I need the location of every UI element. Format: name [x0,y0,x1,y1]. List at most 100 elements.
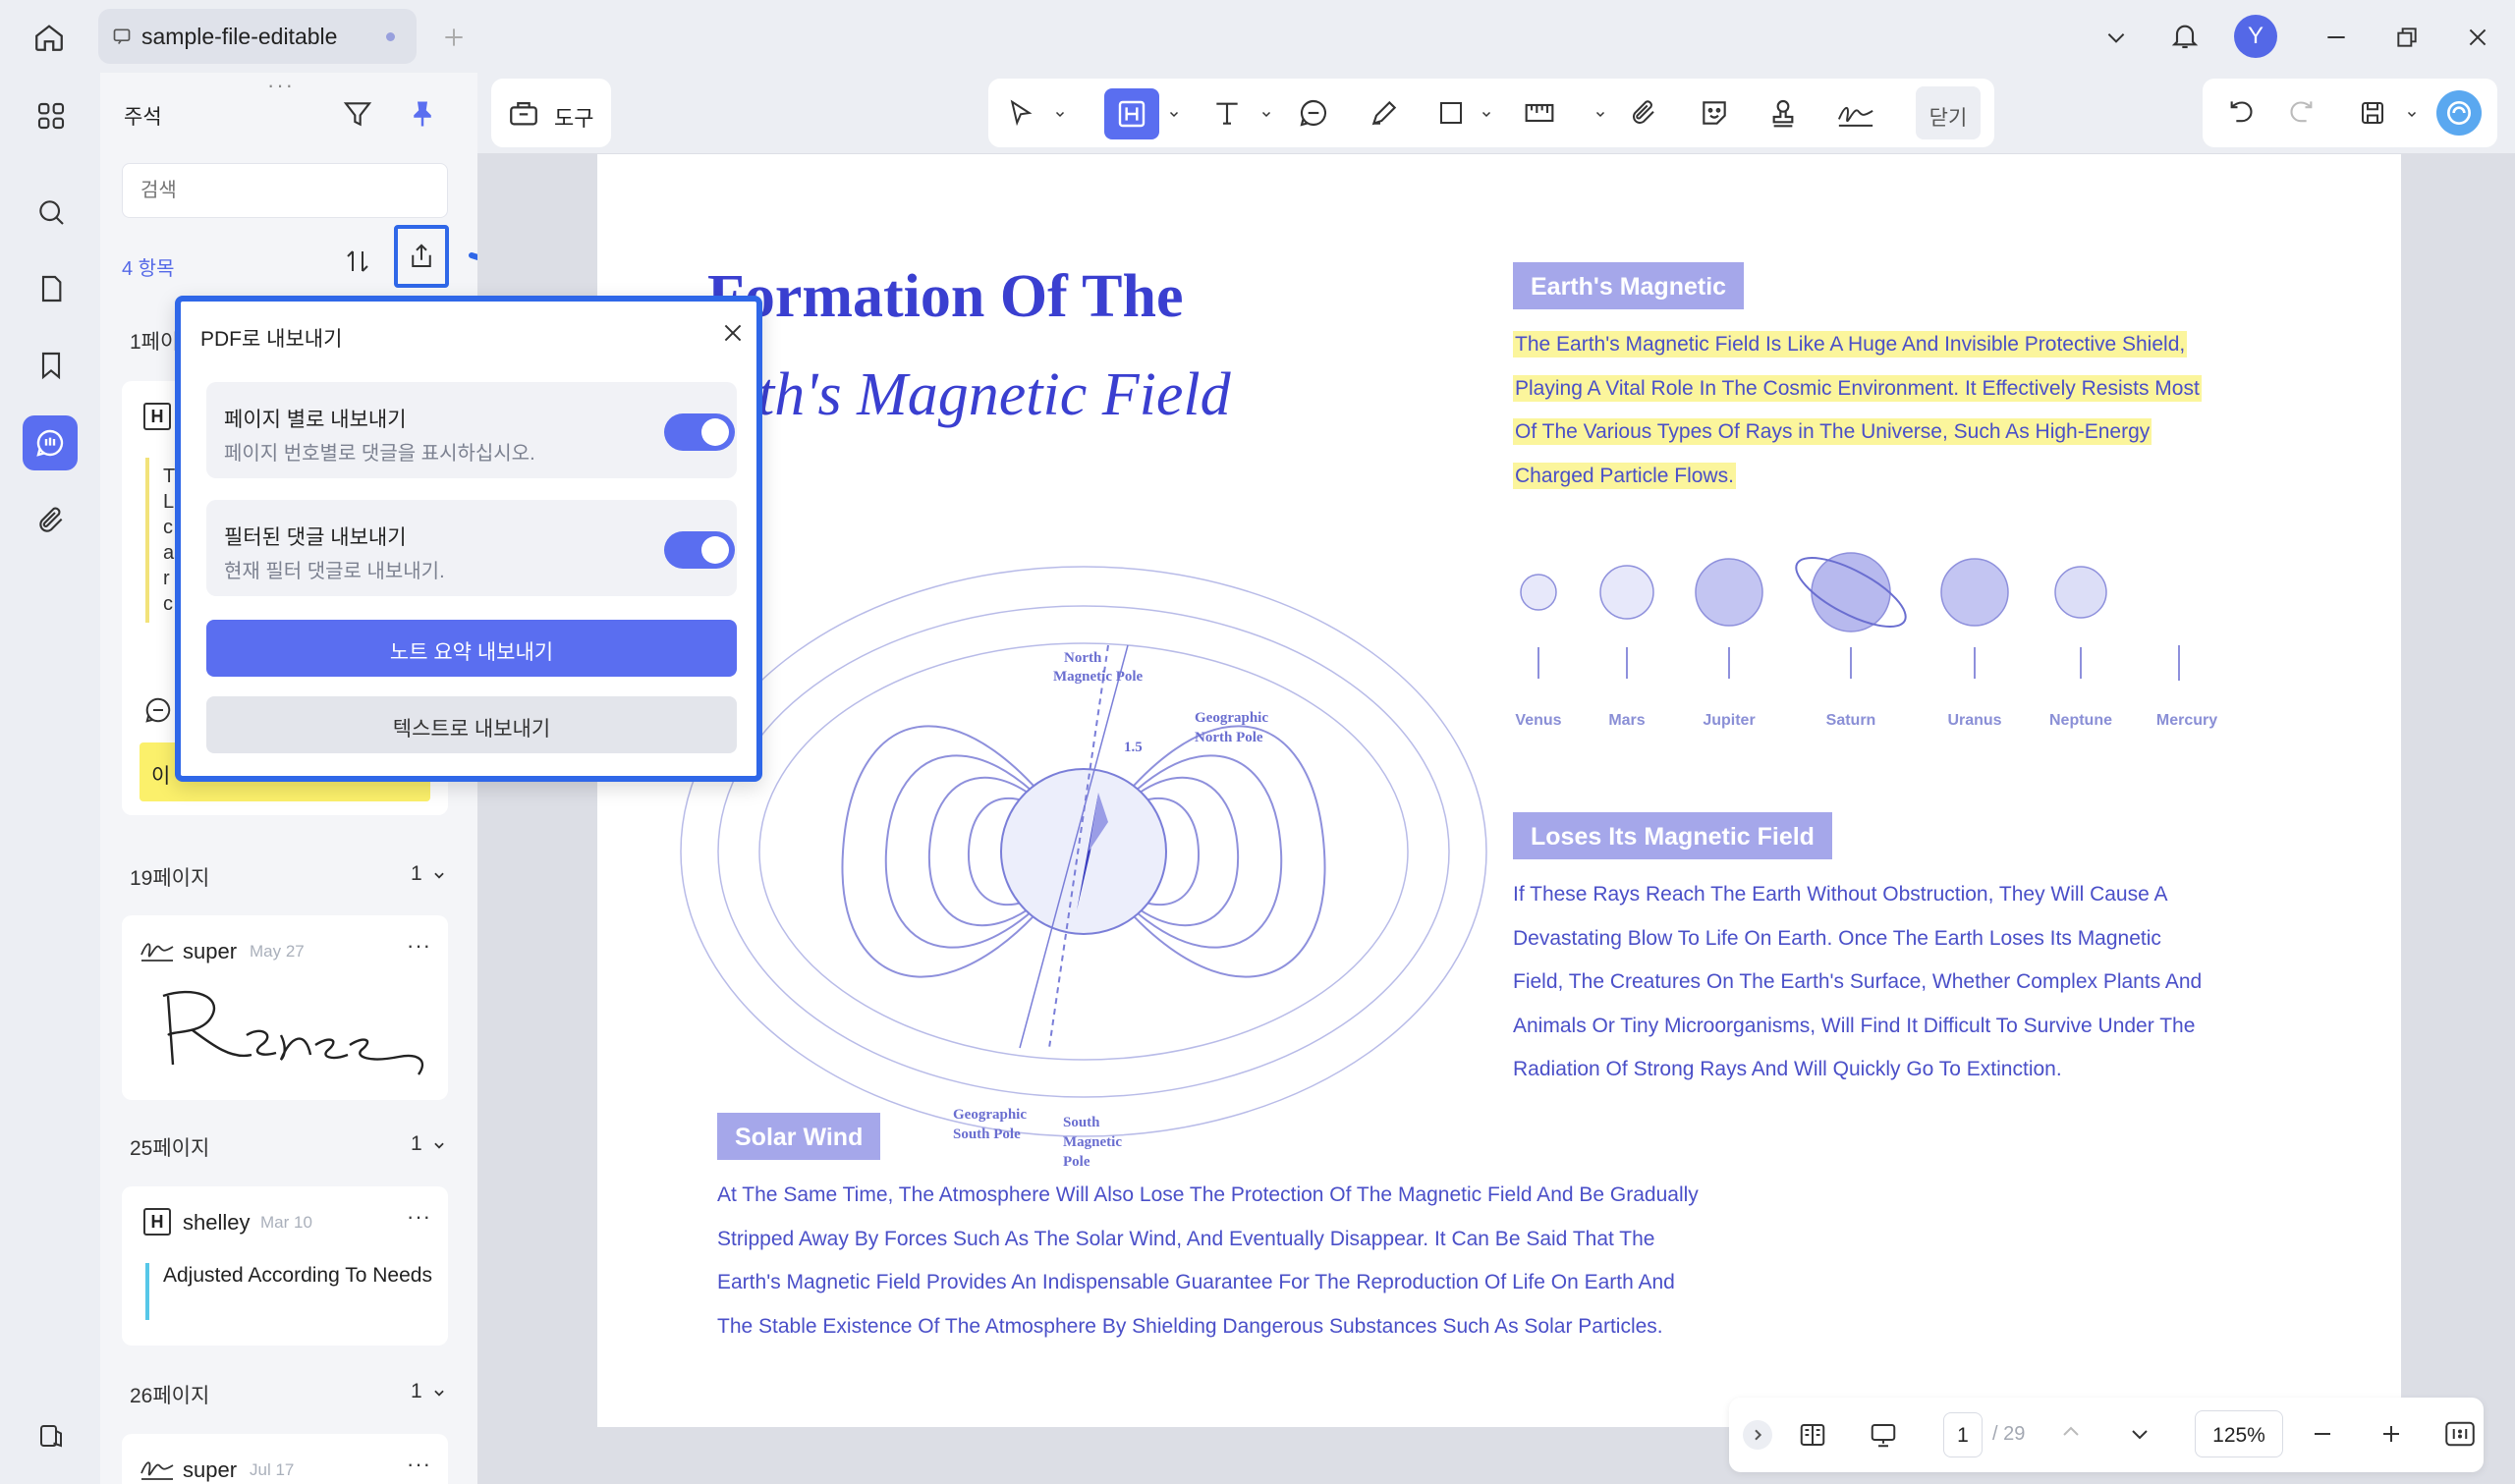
zoom-in-icon[interactable] [2374,1416,2409,1452]
chevron-right-icon[interactable] [1743,1420,1772,1450]
zoom-level[interactable]: 125% [2195,1410,2283,1457]
actual-size-icon[interactable] [2442,1416,2478,1452]
chevron-down-icon[interactable] [1480,108,1493,120]
planets-illustration [1520,552,2107,679]
comment-tool-icon[interactable] [1293,92,1334,134]
chevron-down-icon[interactable] [1259,108,1273,120]
annotation-toolbar: 닫기 [988,79,1994,147]
chevron-down-icon[interactable] [432,1386,446,1400]
filter-icon[interactable] [338,94,377,134]
chevron-down-icon[interactable] [432,868,446,882]
card-date: Mar 10 [260,1213,312,1232]
page-number-input[interactable]: 1 [1943,1412,1983,1457]
file-toolbar [2203,79,2497,147]
section-paragraph: The Earth's Magnetic Field Is Like A Hug… [1513,331,2202,489]
present-icon[interactable] [1861,1414,1906,1456]
measure-tool-icon[interactable] [1519,92,1560,134]
chevron-down-icon[interactable] [2122,1416,2157,1452]
sticker-tool-icon[interactable] [1694,92,1735,134]
comment-icon [112,27,132,46]
page-total: / 29 [1992,1423,2026,1445]
tools-button[interactable]: 도구 [491,79,611,147]
rectangle-tool-icon[interactable] [1430,92,1472,134]
thumbnails-icon[interactable] [29,94,73,137]
minimize-icon[interactable] [2317,18,2356,57]
close-icon[interactable] [715,315,751,351]
layers-icon[interactable] [29,1414,73,1457]
svg-text:South: South [1063,1115,1100,1130]
save-icon[interactable] [2352,92,2393,134]
section-count: 1 [411,1380,422,1402]
comment-card[interactable]: H shelley Mar 10 ··· Adjusted According … [122,1186,448,1346]
panel-grip[interactable]: ··· [267,73,295,98]
more-icon[interactable]: ··· [407,933,431,959]
stamp-tool-icon[interactable] [1762,92,1804,134]
close-window-icon[interactable] [2458,18,2497,57]
bookmark-icon[interactable] [29,344,73,387]
export-filtered-option: 필터된 댓글 내보내기 현재 필터 댓글로 내보내기. [206,500,737,596]
comments-panel-button[interactable] [23,415,78,470]
highlight-icon: H [143,403,171,430]
highlight-tool-icon[interactable] [1104,88,1159,139]
more-icon[interactable]: ··· [407,1204,431,1230]
restore-icon[interactable] [2387,18,2427,57]
export-text-button[interactable]: 텍스트로 내보내기 [206,696,737,753]
signature-tool-icon[interactable] [1833,92,1878,134]
bell-icon[interactable] [2165,16,2205,55]
section-count: 1 [411,1132,422,1155]
chevron-down-icon[interactable] [2098,20,2134,55]
section-header-26[interactable]: 26페이지 [130,1380,209,1409]
section-header-19[interactable]: 19페이지 [130,862,209,892]
comment-card[interactable]: super May 27 ··· [122,915,448,1100]
chevron-down-icon[interactable] [1593,108,1607,120]
more-icon[interactable]: ··· [407,1452,431,1477]
search-input[interactable] [122,163,448,218]
search-icon[interactable] [29,191,73,234]
avatar[interactable]: Y [2234,15,2277,58]
section-heading: Loses Its Magnetic Field [1513,812,1832,859]
export-summary-button[interactable]: 노트 요약 내보내기 [206,620,737,677]
comment-card[interactable]: super Jul 17 ··· [122,1434,448,1484]
note-icon [143,695,173,725]
document-tab[interactable]: sample-file-editable [98,9,417,64]
ai-assistant-icon[interactable] [2436,90,2482,136]
toolbox-icon [507,96,540,130]
pen-tool-icon[interactable] [1364,92,1405,134]
pages-icon[interactable] [29,267,73,310]
undo-icon[interactable] [2220,92,2262,134]
section-header[interactable]: 1페이 [130,326,179,356]
signature-icon [140,935,175,962]
close-toolbar-button[interactable]: 닫기 [1916,86,1981,139]
svg-text:North Pole: North Pole [1195,730,1263,745]
attachment-icon[interactable] [29,499,73,542]
chevron-down-icon[interactable] [1053,108,1067,120]
select-icon[interactable] [1000,92,1041,134]
magnetic-field-diagram: North Magnetic Pole Geographic North Pol… [680,566,1487,1170]
export-button[interactable] [394,225,449,288]
svg-text:Magnetic: Magnetic [1063,1134,1122,1150]
planet-tick [2178,645,2180,681]
section-paragraph: If These Rays Reach The Earth Without Ob… [1513,883,2203,1080]
card-text: Adjusted According To Needs [163,1264,432,1287]
attach-tool-icon[interactable] [1623,92,1664,134]
zoom-out-icon[interactable] [2305,1416,2340,1452]
export-filtered-toggle[interactable] [664,531,735,569]
chevron-up-icon[interactable] [2053,1414,2089,1450]
export-pdf-dialog: PDF로 내보내기 페이지 별로 내보내기 페이지 번호별로 댓글을 표시하십시… [175,296,762,782]
sort-icon[interactable] [338,242,377,281]
chevron-down-icon[interactable] [2405,108,2419,120]
pdf-page: Formation Of The Earth's Magnetic Field … [597,154,2401,1427]
planet-label: Saturn [1825,712,1876,729]
section-header-25[interactable]: 25페이지 [130,1132,209,1162]
home-icon[interactable] [28,16,71,59]
export-by-page-toggle[interactable] [664,413,735,451]
chevron-down-icon[interactable] [1167,108,1181,120]
text-tool-icon[interactable] [1206,92,1248,134]
highlight-bar [145,458,149,623]
chevron-down-icon[interactable] [432,1138,446,1152]
pin-icon[interactable] [403,94,442,134]
new-tab-icon[interactable] [436,20,472,55]
two-page-view-icon[interactable] [1792,1414,1833,1456]
redo-icon[interactable] [2281,92,2322,134]
dialog-title: PDF로 내보내기 [200,328,343,351]
